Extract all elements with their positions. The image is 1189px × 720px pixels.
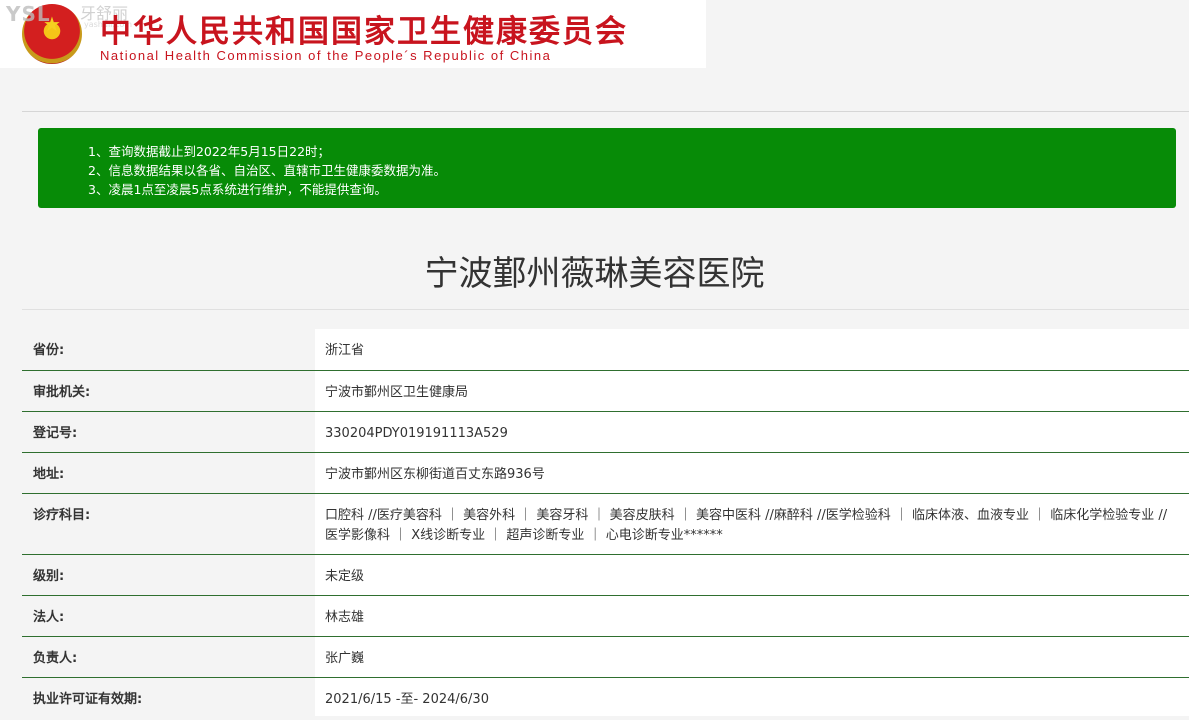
row-value: 林志雄 bbox=[315, 595, 1189, 637]
row-value: 浙江省 bbox=[315, 329, 1189, 371]
row-label: 负责人: bbox=[22, 636, 315, 678]
row-label: 级别: bbox=[22, 554, 315, 596]
site-title-en: National Health Commission of the People… bbox=[100, 48, 552, 63]
hospital-info-table: 省份: 浙江省 审批机关: 宁波市鄞州区卫生健康局 登记号: 330204PDY… bbox=[22, 329, 1189, 716]
row-value: 口腔科 //医疗美容科 ｜ 美容外科 ｜ 美容牙科 ｜ 美容皮肤科 ｜ 美容中医… bbox=[315, 493, 1189, 555]
title-divider bbox=[22, 309, 1189, 310]
header-banner: ★ YSL 牙舒丽 yashuli.com 中华人民共和国国家卫生健康委员会 N… bbox=[0, 0, 706, 68]
table-row: 执业许可证有效期: 2021/6/15 -至- 2024/6/30 bbox=[22, 677, 1189, 716]
table-row: 诊疗科目: 口腔科 //医疗美容科 ｜ 美容外科 ｜ 美容牙科 ｜ 美容皮肤科 … bbox=[22, 493, 1189, 555]
site-title-cn: 中华人民共和国国家卫生健康委员会 bbox=[100, 14, 628, 50]
notice-line: 1、查询数据截止到2022年5月15日22时； bbox=[88, 144, 331, 159]
notice-box: 1、查询数据截止到2022年5月15日22时； 2、信息数据结果以各省、自治区、… bbox=[38, 128, 1176, 208]
table-row: 审批机关: 宁波市鄞州区卫生健康局 bbox=[22, 370, 1189, 412]
row-value: 330204PDY019191113A529 bbox=[315, 411, 1189, 453]
row-label: 法人: bbox=[22, 595, 315, 637]
row-value: 宁波市鄞州区东柳街道百丈东路936号 bbox=[315, 452, 1189, 494]
row-value: 未定级 bbox=[315, 554, 1189, 596]
table-row: 省份: 浙江省 bbox=[22, 329, 1189, 371]
header-divider bbox=[22, 111, 1189, 112]
watermark-logo: YSL bbox=[6, 2, 51, 26]
table-row: 级别: 未定级 bbox=[22, 554, 1189, 596]
row-label: 审批机关: bbox=[22, 370, 315, 412]
row-label: 执业许可证有效期: bbox=[22, 677, 315, 716]
row-label: 地址: bbox=[22, 452, 315, 494]
row-label: 省份: bbox=[22, 329, 315, 371]
table-row: 负责人: 张广巍 bbox=[22, 636, 1189, 678]
row-value: 2021/6/15 -至- 2024/6/30 bbox=[315, 677, 1189, 716]
notice-line: 3、凌晨1点至凌晨5点系统进行维护，不能提供查询。 bbox=[88, 182, 387, 197]
table-row: 登记号: 330204PDY019191113A529 bbox=[22, 411, 1189, 453]
hospital-name: 宁波鄞州薇琳美容医院 bbox=[424, 254, 765, 294]
row-value: 张广巍 bbox=[315, 636, 1189, 678]
row-value: 宁波市鄞州区卫生健康局 bbox=[315, 370, 1189, 412]
table-row: 地址: 宁波市鄞州区东柳街道百丈东路936号 bbox=[22, 452, 1189, 494]
notice-line: 2、信息数据结果以各省、自治区、直辖市卫生健康委数据为准。 bbox=[88, 163, 446, 178]
row-label: 登记号: bbox=[22, 411, 315, 453]
row-label: 诊疗科目: bbox=[22, 493, 315, 555]
table-row: 法人: 林志雄 bbox=[22, 595, 1189, 637]
